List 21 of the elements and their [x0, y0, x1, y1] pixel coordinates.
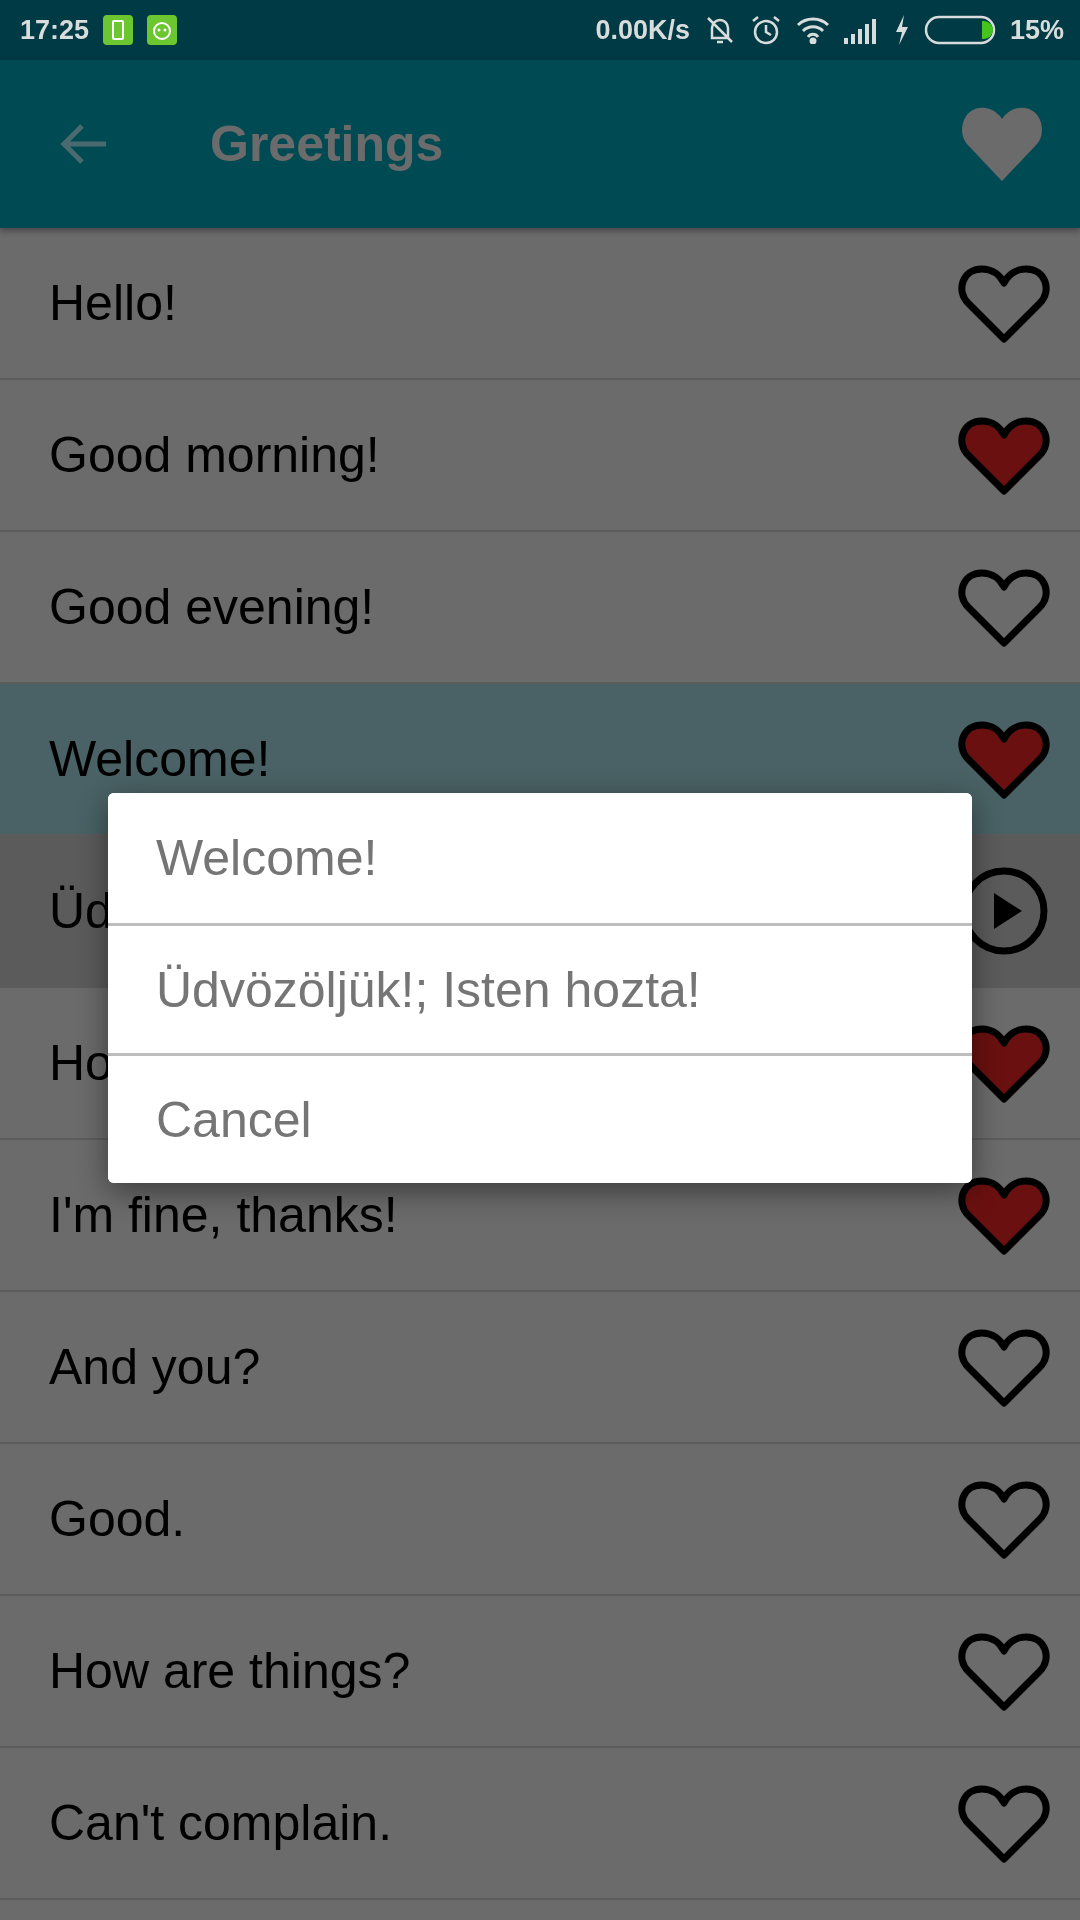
battery-percent: 15% — [1009, 14, 1064, 46]
phrase-text: Good. — [49, 1490, 187, 1548]
dialog-option[interactable]: Welcome! — [108, 793, 972, 923]
status-time: 17:25 — [20, 14, 90, 46]
phrase-text: How are things? — [49, 1642, 412, 1700]
charging-icon — [893, 15, 910, 45]
phrase-text: Good evening! — [49, 578, 376, 636]
phrase-text: Hello! — [49, 274, 178, 332]
phrase-text: Welcome! — [49, 730, 272, 788]
battery-app-icon — [103, 15, 134, 45]
phrase-text: Can't complain. — [49, 1794, 394, 1852]
dialog-option[interactable]: Üdvözöljük!; Isten hozta! — [108, 923, 972, 1053]
android-app-icon — [147, 15, 178, 45]
battery-icon — [923, 15, 996, 45]
screen-title: Greetings — [210, 115, 445, 173]
phrase-text: Good morning! — [49, 426, 381, 484]
wifi-icon — [795, 16, 830, 44]
network-speed: 0.00K/s — [595, 14, 690, 46]
phrase-text: I'm fine, thanks! — [49, 1186, 399, 1244]
phrase-text: And you? — [49, 1338, 262, 1396]
dialog-option[interactable]: Cancel — [108, 1053, 972, 1183]
